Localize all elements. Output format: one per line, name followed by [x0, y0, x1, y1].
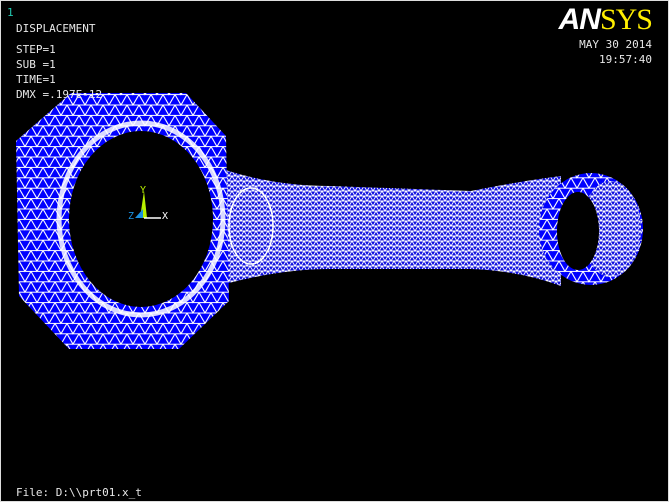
dmx-label: DMX =.197E-12 [16, 88, 103, 101]
step-label: STEP=1 [16, 43, 56, 56]
time-of-day-label: 19:57:40 [599, 53, 652, 66]
sub-label: SUB =1 [16, 58, 56, 71]
triad-z-label: Z [128, 211, 134, 222]
mesh-plot: Y X Z [16, 93, 643, 349]
date-label: MAY 30 2014 [579, 38, 652, 51]
triad-y-label: Y [140, 185, 146, 196]
file-label: File: D:\\prt01.x_t [16, 486, 142, 499]
ansys-logo: ANSYS [558, 3, 653, 36]
shank [201, 161, 561, 291]
triad-x-label: X [162, 211, 168, 222]
plot-title: DISPLACEMENT [16, 22, 96, 35]
time-label: TIME=1 [16, 73, 56, 86]
graphics-window[interactable]: Y X Z 1 DISPLACEMENT STEP=1 SUB =1 TIME=… [0, 0, 669, 502]
window-number: 1 [7, 6, 14, 19]
